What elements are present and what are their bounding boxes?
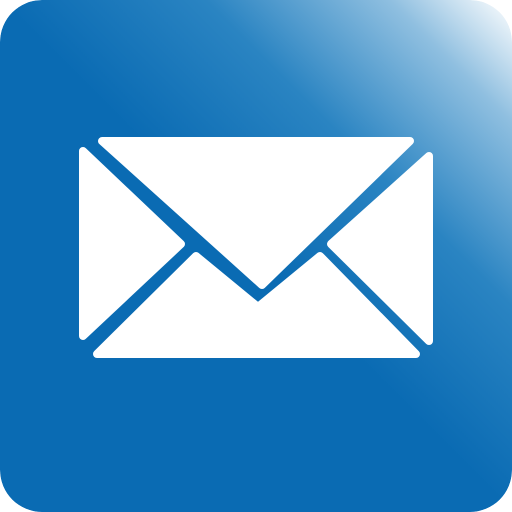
envelope-icon [79,137,433,358]
mail-icon-graphic [0,0,512,512]
mail-app-icon[interactable] [0,0,512,512]
